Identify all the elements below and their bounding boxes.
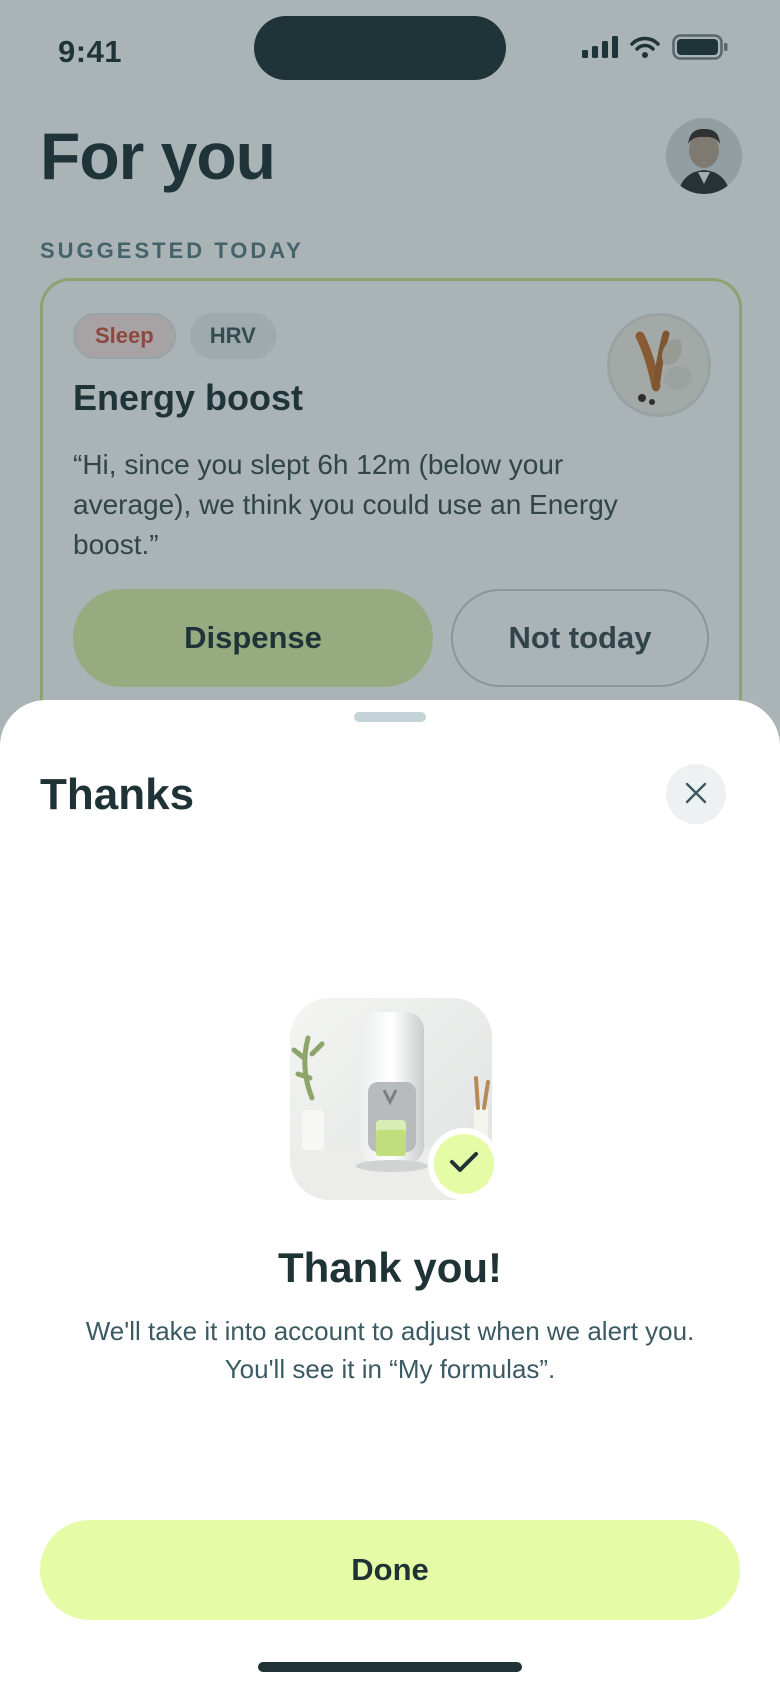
sheet-grabber[interactable] bbox=[354, 712, 426, 722]
close-icon bbox=[685, 782, 707, 807]
close-button[interactable] bbox=[666, 764, 726, 824]
done-button[interactable]: Done bbox=[40, 1520, 740, 1620]
thank-you-heading: Thank you! bbox=[277, 1244, 502, 1291]
thanks-sheet: Thanks Thank you! We'll take it into acc… bbox=[0, 700, 780, 1688]
success-badge bbox=[428, 1128, 500, 1200]
message-line-1: We'll take it into account to adjust whe… bbox=[85, 1316, 695, 1346]
home-indicator[interactable] bbox=[258, 1662, 522, 1672]
sheet-title: Thanks bbox=[40, 770, 195, 819]
checkmark-icon bbox=[450, 1151, 478, 1178]
message-line-2: You'll see it in “My formulas”. bbox=[224, 1354, 556, 1384]
thank-you-message: We'll take it into account to adjust whe… bbox=[40, 1312, 740, 1388]
